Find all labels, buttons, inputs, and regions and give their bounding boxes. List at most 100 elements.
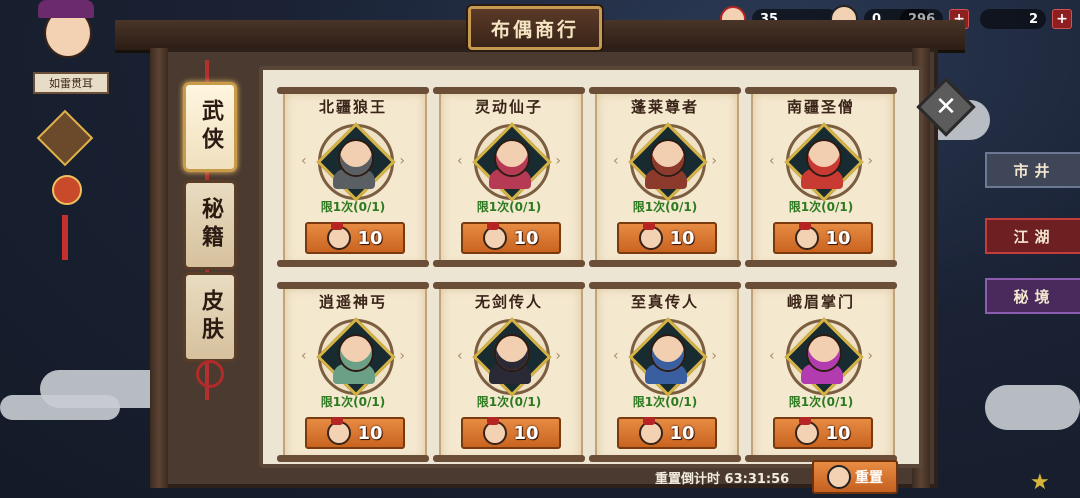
- item-card[interactable]: 蓬莱尊者 ‹ › 限1次(0/1) 10: [589, 87, 741, 267]
- puppet-coin-icon: [327, 222, 352, 250]
- character-portrait: [338, 334, 374, 372]
- puppet-coin-icon: [795, 417, 820, 445]
- reset-button[interactable]: 重置: [812, 460, 898, 494]
- chevron-right-icon: ›: [867, 153, 873, 169]
- scroll-roll: [277, 87, 429, 94]
- item-price: 10: [357, 422, 383, 444]
- buy-button[interactable]: 10: [617, 222, 717, 254]
- tab-skins[interactable]: 皮肤: [183, 272, 237, 362]
- buy-button[interactable]: 10: [773, 222, 873, 254]
- side-menu-secret-realm[interactable]: 秘境: [985, 278, 1080, 314]
- character-portrait: [650, 139, 686, 177]
- side-menu-jianghu[interactable]: 江湖: [985, 218, 1080, 254]
- buy-button[interactable]: 10: [617, 417, 717, 449]
- chevron-left-icon: ‹: [613, 153, 619, 169]
- purchase-limit: 限1次(0/1): [632, 200, 698, 214]
- timer-label: 重置倒计时: [655, 472, 721, 487]
- item-price: 10: [825, 227, 851, 249]
- item-name: 至真传人: [630, 293, 699, 311]
- chevron-right-icon: ›: [555, 153, 561, 169]
- chevron-left-icon: ‹: [457, 153, 463, 169]
- puppet-coin-icon: [795, 222, 820, 250]
- item-price: 10: [513, 422, 539, 444]
- item-name: 南疆圣僧: [786, 98, 855, 116]
- buy-button[interactable]: 10: [305, 222, 405, 254]
- puppet-coin-icon: [327, 417, 352, 445]
- character-portrait: [494, 334, 530, 372]
- cloud: [985, 385, 1080, 430]
- buy-button[interactable]: 10: [461, 417, 561, 449]
- purchase-limit: 限1次(0/1): [320, 200, 386, 214]
- puppet-coin-icon: [483, 222, 508, 250]
- item-name: 逍遥神丐: [318, 293, 387, 311]
- frame-post: [150, 48, 168, 488]
- scroll-roll: [589, 87, 741, 94]
- close-icon: ✕: [935, 92, 957, 122]
- tab-wuxia[interactable]: 武侠: [183, 82, 237, 172]
- buy-button[interactable]: 10: [461, 222, 561, 254]
- item-price: 10: [669, 422, 695, 444]
- chevron-right-icon: ›: [399, 348, 405, 364]
- chevron-right-icon: ›: [867, 348, 873, 364]
- buy-button[interactable]: 10: [773, 417, 873, 449]
- scroll-roll: [745, 87, 897, 94]
- puppet-coin-icon: [639, 417, 664, 445]
- star-icon: ★: [1030, 470, 1050, 495]
- item-price: 10: [669, 227, 695, 249]
- chevron-right-icon: ›: [555, 348, 561, 364]
- item-name: 北疆狼王: [318, 98, 387, 116]
- page-title: 布偶商行: [468, 6, 602, 50]
- purchase-limit: 限1次(0/1): [788, 395, 854, 409]
- chevron-right-icon: ›: [711, 153, 717, 169]
- item-name: 峨眉掌门: [786, 293, 855, 311]
- scroll-roll: [433, 282, 585, 289]
- side-menu-label: 秘境: [1013, 287, 1056, 306]
- add-ticket-button[interactable]: +: [1052, 9, 1072, 29]
- character-coin-icon: [827, 465, 851, 489]
- purchase-limit: 限1次(0/1): [476, 395, 542, 409]
- cloud: [0, 395, 120, 420]
- ornament-icon: [52, 175, 82, 205]
- chevron-right-icon: ›: [399, 153, 405, 169]
- resource-ticket: 2 +: [980, 8, 1072, 30]
- character-portrait: [650, 334, 686, 372]
- side-menu-label: 市井: [1013, 161, 1056, 180]
- character-portrait: [494, 139, 530, 177]
- item-name: 无剑传人: [474, 293, 543, 311]
- character-portrait: [806, 139, 842, 177]
- timer-value: 63:31:56: [724, 472, 790, 487]
- chevron-left-icon: ‹: [301, 348, 307, 364]
- item-card[interactable]: 逍遥神丐 ‹ › 限1次(0/1) 10: [277, 282, 429, 462]
- player-name: 如雷贯耳: [33, 72, 109, 94]
- item-card[interactable]: 峨眉掌门 ‹ › 限1次(0/1) 10: [745, 282, 897, 462]
- scroll-roll: [277, 260, 429, 267]
- knot-icon: [196, 360, 224, 388]
- chevron-left-icon: ‹: [769, 348, 775, 364]
- item-card[interactable]: 灵动仙子 ‹ › 限1次(0/1) 10: [433, 87, 585, 267]
- purchase-limit: 限1次(0/1): [320, 395, 386, 409]
- item-card[interactable]: 北疆狼王 ‹ › 限1次(0/1) 10: [277, 87, 429, 267]
- scroll-roll: [277, 282, 429, 289]
- chevron-right-icon: ›: [711, 348, 717, 364]
- side-menu-label: 江湖: [1013, 227, 1056, 246]
- buy-button[interactable]: 10: [305, 417, 405, 449]
- tab-secret-books[interactable]: 秘籍: [183, 180, 237, 270]
- character-portrait: [338, 139, 374, 177]
- item-price: 10: [357, 227, 383, 249]
- side-menu-market[interactable]: 市井: [985, 152, 1080, 188]
- item-name: 蓬莱尊者: [630, 98, 699, 116]
- scroll-roll: [433, 455, 585, 462]
- item-name: 灵动仙子: [474, 98, 543, 116]
- resource-value: 2: [980, 9, 1046, 29]
- scroll-roll: [589, 282, 741, 289]
- purchase-limit: 限1次(0/1): [476, 200, 542, 214]
- chevron-left-icon: ‹: [301, 153, 307, 169]
- item-card[interactable]: 至真传人 ‹ › 限1次(0/1) 10: [589, 282, 741, 462]
- character-portrait: [806, 334, 842, 372]
- item-price: 10: [825, 422, 851, 444]
- scroll-roll: [433, 87, 585, 94]
- chevron-left-icon: ‹: [457, 348, 463, 364]
- item-card[interactable]: 无剑传人 ‹ › 限1次(0/1) 10: [433, 282, 585, 462]
- scroll-roll: [277, 455, 429, 462]
- item-card[interactable]: 南疆圣僧 ‹ › 限1次(0/1) 10: [745, 87, 897, 267]
